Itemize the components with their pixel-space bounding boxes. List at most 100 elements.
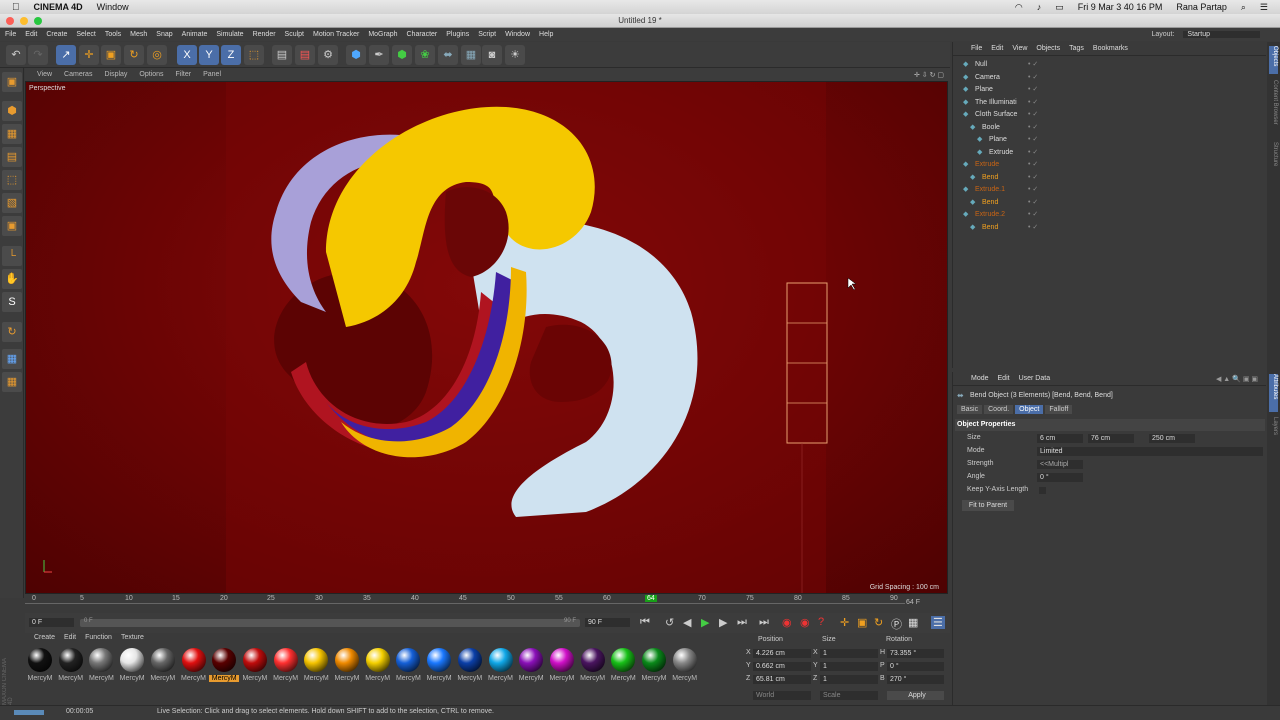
object-row[interactable]: ◆ Plane • ✓: [953, 134, 1267, 146]
rotate-icon[interactable]: ↻: [124, 45, 144, 65]
material-swatch[interactable]: MercyM: [332, 648, 362, 682]
cube-icon[interactable]: ⬢: [346, 45, 366, 65]
perspective-viewport[interactable]: Perspective Grid Spacing : 100 cm: [25, 81, 948, 594]
menu-help[interactable]: Help: [539, 31, 553, 38]
size-z-field[interactable]: 250 cm: [1149, 434, 1195, 443]
object-row[interactable]: ◆ Camera • ✓: [953, 72, 1267, 84]
position-field[interactable]: 65.81 cm: [753, 675, 811, 684]
object-row[interactable]: ◆ Null • ✓: [953, 59, 1267, 71]
light-icon[interactable]: ☀: [505, 45, 525, 65]
visibility-toggle-icon[interactable]: • ✓: [1028, 72, 1038, 84]
material-swatch[interactable]: MercyM: [209, 648, 240, 682]
visibility-toggle-icon[interactable]: • ✓: [1028, 122, 1038, 134]
material-swatch[interactable]: MercyM: [148, 648, 178, 682]
menu-snap[interactable]: Snap: [156, 31, 172, 38]
viewport-menu-filter[interactable]: Filter: [176, 71, 192, 78]
coordinate-system-icon[interactable]: ⬚: [244, 45, 264, 65]
tab-basic[interactable]: Basic: [957, 405, 983, 414]
menu-tools[interactable]: Tools: [105, 31, 121, 38]
menu-character[interactable]: Character: [407, 31, 438, 38]
visibility-toggle-icon[interactable]: • ✓: [1028, 197, 1038, 209]
live-selection-icon[interactable]: ↗: [56, 45, 76, 65]
key-position-icon[interactable]: ✛: [840, 616, 849, 629]
fit-to-parent-button[interactable]: Fit to Parent: [962, 500, 1014, 511]
visibility-toggle-icon[interactable]: • ✓: [1028, 159, 1038, 171]
menu-mograph[interactable]: MoGraph: [368, 31, 397, 38]
layout-select[interactable]: Startup: [1183, 31, 1260, 38]
model-mode-icon[interactable]: ⬢: [2, 101, 22, 121]
polygons-mode-icon[interactable]: ▣: [2, 216, 22, 236]
material-menu-edit[interactable]: Edit: [64, 634, 76, 646]
obj-menu-edit[interactable]: Edit: [991, 45, 1003, 52]
mode-select[interactable]: Limited: [1037, 447, 1263, 456]
material-swatch[interactable]: MercyM: [670, 648, 700, 682]
right-tab-layers[interactable]: Layers: [1269, 417, 1278, 443]
object-name[interactable]: Boole: [982, 122, 1000, 134]
size-y-field[interactable]: 76 cm: [1088, 434, 1134, 443]
timeline-ruler[interactable]: 0 5 10 15 20 25 30 35 40 45 50 55 60 64 …: [25, 595, 950, 611]
clock[interactable]: Fri 9 Mar 3 40 16 PM: [1078, 2, 1163, 12]
window-menu[interactable]: Window: [97, 2, 129, 12]
visibility-toggle-icon[interactable]: • ✓: [1028, 147, 1038, 159]
material-swatch[interactable]: MercyM: [639, 648, 669, 682]
attr-nav-icons[interactable]: ◀ ▲ 🔍 ▣ ▣: [1216, 375, 1258, 383]
visibility-toggle-icon[interactable]: • ✓: [1028, 59, 1038, 71]
material-swatch[interactable]: MercyM: [608, 648, 638, 682]
attr-menu-user-data[interactable]: User Data: [1019, 375, 1051, 382]
strength-field[interactable]: <<Multipl: [1037, 460, 1083, 469]
goto-start-icon[interactable]: ⏮: [640, 616, 650, 629]
deformer-icon[interactable]: ⬌: [438, 45, 458, 65]
viewport-menu-display[interactable]: Display: [104, 71, 127, 78]
viewport-menu-options[interactable]: Options: [139, 71, 163, 78]
material-swatch[interactable]: MercyM: [240, 648, 270, 682]
material-menu-create[interactable]: Create: [34, 634, 55, 646]
right-tab-attributes[interactable]: Attributes: [1269, 374, 1278, 412]
material-swatch[interactable]: MercyM: [455, 648, 485, 682]
menu-file[interactable]: File: [5, 31, 16, 38]
object-row[interactable]: ◆ Bend • ✓: [953, 222, 1267, 234]
object-name[interactable]: Bend: [982, 197, 998, 209]
object-name[interactable]: Extrude.2: [975, 209, 1005, 221]
object-name[interactable]: Null: [975, 59, 987, 71]
step-forward-icon[interactable]: ▶: [719, 616, 727, 629]
scale-icon[interactable]: ▣: [101, 45, 121, 65]
tab-falloff[interactable]: Falloff: [1045, 405, 1073, 414]
object-name[interactable]: Camera: [975, 72, 1000, 84]
object-row[interactable]: ◆ Extrude.1 • ✓: [953, 184, 1267, 196]
object-row[interactable]: ◆ Cloth Surface • ✓: [953, 109, 1267, 121]
apply-button[interactable]: Apply: [887, 691, 944, 700]
material-swatch[interactable]: MercyM: [578, 648, 608, 682]
rotation-field[interactable]: 0 °: [887, 662, 944, 671]
redo-icon[interactable]: ↷: [28, 45, 48, 65]
object-row[interactable]: ◆ Boole • ✓: [953, 122, 1267, 134]
visibility-toggle-icon[interactable]: • ✓: [1028, 134, 1038, 146]
object-row[interactable]: ◆ The Illuminati • ✓: [953, 97, 1267, 109]
tab-coord[interactable]: Coord.: [984, 405, 1014, 414]
key-rotation-icon[interactable]: ↻: [874, 616, 883, 629]
menu-select[interactable]: Select: [76, 31, 95, 38]
material-swatch[interactable]: MercyM: [179, 648, 209, 682]
menu-motion-tracker[interactable]: Motion Tracker: [313, 31, 359, 38]
recent-tool-icon[interactable]: ◎: [147, 45, 167, 65]
battery-icon[interactable]: ▭: [1055, 2, 1064, 13]
material-swatch[interactable]: MercyM: [363, 648, 393, 682]
grid-icon[interactable]: ▦: [2, 349, 22, 369]
attr-menu-mode[interactable]: Mode: [971, 375, 989, 382]
preview-range-slider[interactable]: 0 F 90 F: [80, 618, 580, 627]
step-back-icon[interactable]: ◀: [683, 616, 691, 629]
undo-icon[interactable]: ↶: [6, 45, 26, 65]
spotlight-icon[interactable]: ⌕: [1241, 2, 1246, 13]
spline-pen-icon[interactable]: ✒: [369, 45, 389, 65]
loop-icon[interactable]: ↺: [665, 616, 674, 629]
object-name[interactable]: Extrude: [975, 159, 999, 171]
object-row[interactable]: ◆ Extrude • ✓: [953, 159, 1267, 171]
play-icon[interactable]: ▶: [701, 616, 709, 629]
menu-sculpt[interactable]: Sculpt: [285, 31, 304, 38]
material-swatch[interactable]: MercyM: [486, 648, 516, 682]
solo-icon[interactable]: ▦: [2, 372, 22, 392]
menu-mesh[interactable]: Mesh: [130, 31, 147, 38]
right-tab-structure[interactable]: Structure: [1269, 142, 1278, 178]
object-name[interactable]: Bend: [982, 222, 998, 234]
minimize-window-button[interactable]: [20, 17, 28, 25]
size-x-field[interactable]: 6 cm: [1037, 434, 1083, 443]
